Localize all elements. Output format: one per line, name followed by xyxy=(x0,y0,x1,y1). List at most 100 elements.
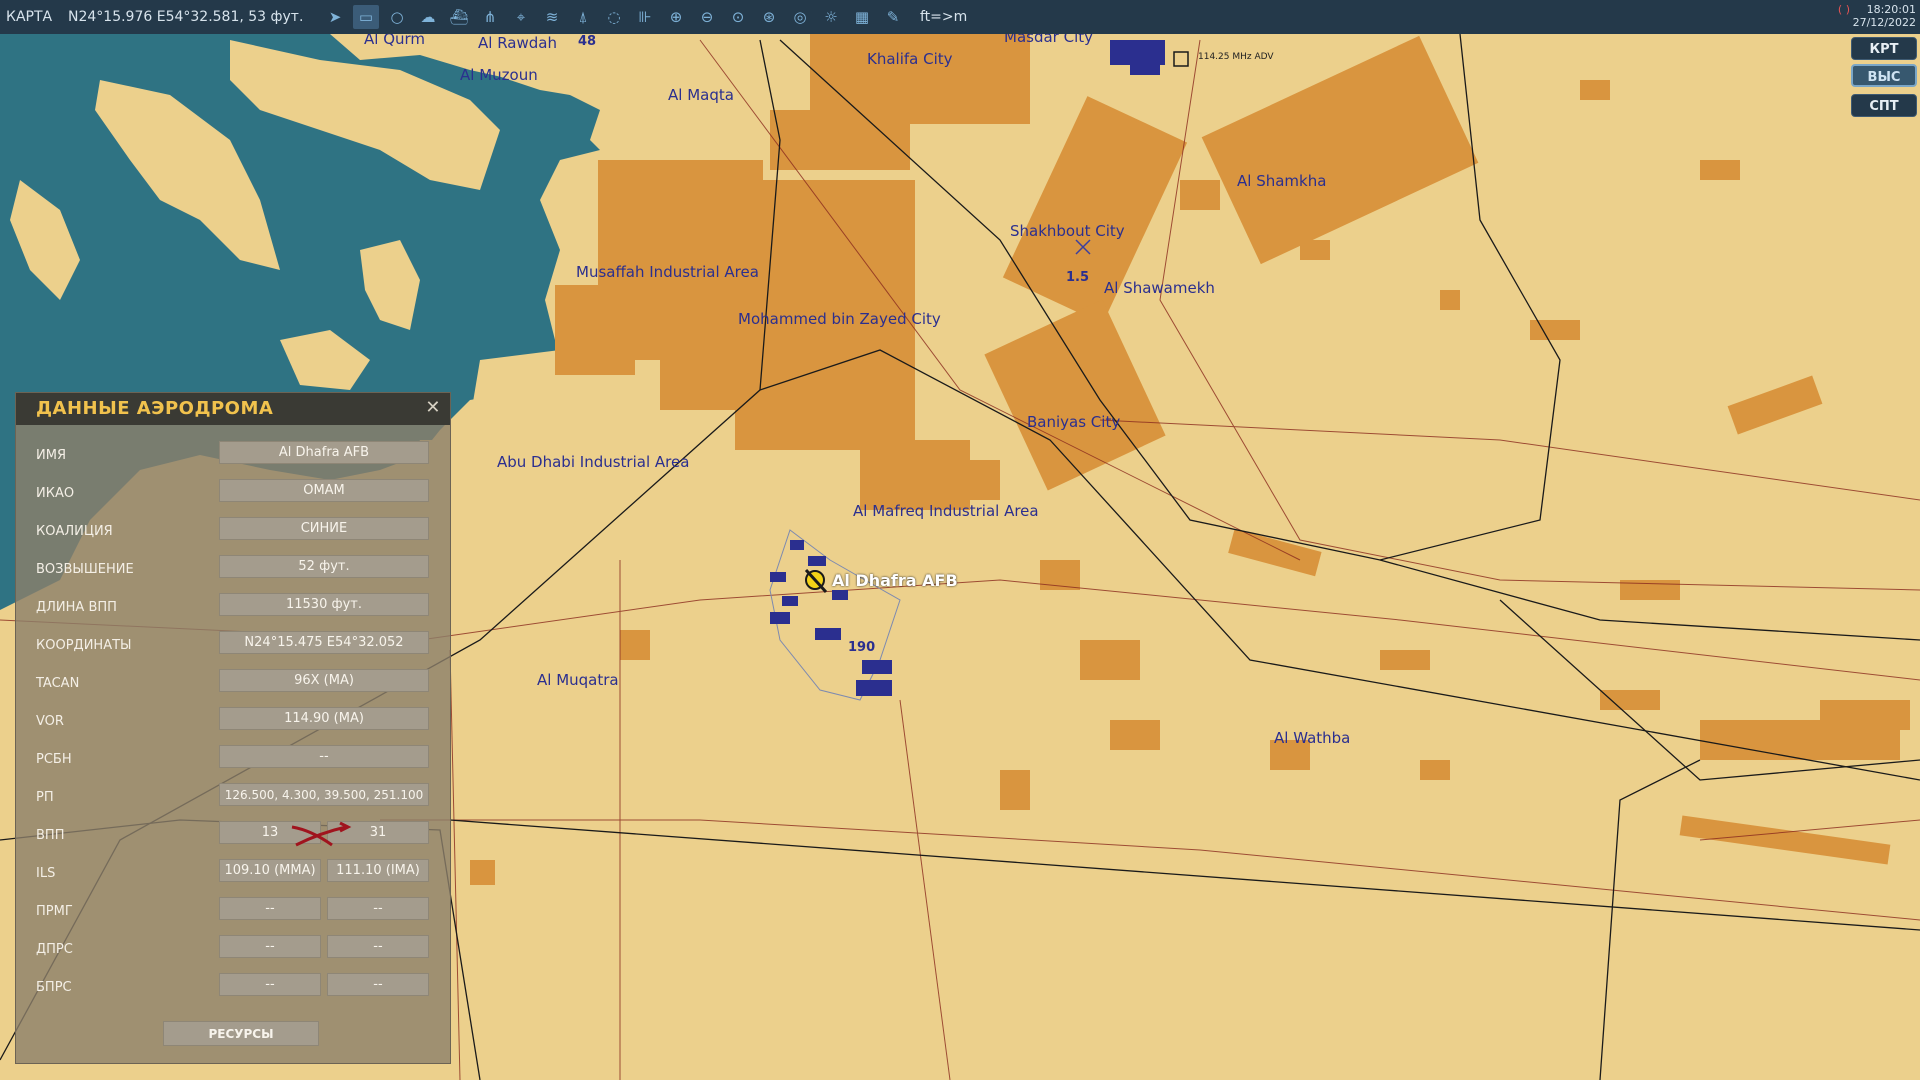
map-label: Baniyas City xyxy=(1027,413,1121,431)
grid-icon[interactable]: ▦ xyxy=(849,5,875,29)
map-label: Al Wathba xyxy=(1274,729,1351,747)
row-key: ИМЯ xyxy=(36,448,66,463)
row-value: N24°15.475 E54°32.052 xyxy=(219,631,429,654)
row-value-right: -- xyxy=(327,897,429,920)
row-value: Al Dhafra AFB xyxy=(219,441,429,464)
panel-row: КООРДИНАТЫ N24°15.475 E54°32.052 xyxy=(16,627,452,657)
row-value: 52 фут. xyxy=(219,555,429,578)
zoom-in-icon[interactable]: ⊕ xyxy=(663,5,689,29)
row-key: ВОЗВЫШЕНИЕ xyxy=(36,562,134,577)
map-layer-button-krt[interactable]: КРТ xyxy=(1851,37,1917,60)
close-icon[interactable]: ✕ xyxy=(425,397,441,418)
panel-row: РП 126.500, 4.300, 39.500, 251.100 xyxy=(16,779,452,809)
row-key: ИКАО xyxy=(36,486,75,501)
panel-row: ИМЯ Al Dhafra AFB xyxy=(16,437,452,467)
tower-icon[interactable]: ⍋ xyxy=(570,5,596,29)
row-key: БПРС xyxy=(36,980,72,995)
row-key: ВПП xyxy=(36,828,65,843)
row-key: КОАЛИЦИЯ xyxy=(36,524,113,539)
arrow-icon[interactable]: ➤ xyxy=(322,5,348,29)
clock-date: 27/12/2022 xyxy=(1852,16,1916,29)
row-value: 126.500, 4.300, 39.500, 251.100 xyxy=(219,783,429,806)
panel-row: КОАЛИЦИЯ СИНИЕ xyxy=(16,513,452,543)
clouds-icon[interactable]: ☁ xyxy=(415,5,441,29)
rectangle-tool-icon[interactable]: ▭ xyxy=(353,5,379,29)
row-key: ДЛИНА ВПП xyxy=(36,600,117,615)
waypoint-net-icon[interactable]: ⋔ xyxy=(477,5,503,29)
row-key: КООРДИНАТЫ xyxy=(36,638,132,653)
radar-icon[interactable]: ◎ xyxy=(787,5,813,29)
row-key: РП xyxy=(36,790,54,805)
runway-arrows-icon xyxy=(291,821,352,847)
panel-row: ДПРС -- -- xyxy=(16,931,452,961)
zoom-out-icon[interactable]: ⊖ xyxy=(694,5,720,29)
row-value-left: -- xyxy=(219,935,321,958)
pencil-icon[interactable]: ✎ xyxy=(880,5,906,29)
map-layer-button-vys[interactable]: ВЫС xyxy=(1851,64,1917,87)
row-value: 11530 фут. xyxy=(219,593,429,616)
row-value: 96X (MA) xyxy=(219,669,429,692)
panel-row: ВОЗВЫШЕНИЕ 52 фут. xyxy=(16,551,452,581)
row-key: VOR xyxy=(36,714,64,729)
row-key: РСБН xyxy=(36,752,72,767)
resources-button[interactable]: РЕСУРСЫ xyxy=(163,1021,319,1046)
row-value: -- xyxy=(219,745,429,768)
row-value-right: -- xyxy=(327,973,429,996)
target-icon[interactable]: ⌖ xyxy=(508,5,534,29)
row-value-left: -- xyxy=(219,973,321,996)
sun-icon[interactable]: ☼ xyxy=(818,5,844,29)
chat-icon[interactable]: ◌ xyxy=(601,5,627,29)
panel-row-runway: ВПП 13 31 xyxy=(16,817,452,847)
panel-row: TACAN 96X (MA) xyxy=(16,665,452,695)
row-value: СИНИЕ xyxy=(219,517,429,540)
row-key: ДПРС xyxy=(36,942,73,957)
map-label: Al Shawamekh xyxy=(1104,279,1215,297)
top-toolbar: КАРТА N24°15.976 E54°32.581, 53 фут. ➤ ▭ ○… xyxy=(0,0,1920,34)
ruler-icon[interactable]: ⊪ xyxy=(632,5,658,29)
navaid-label: 114.25 MHz ADV xyxy=(1198,52,1274,62)
airfield-data-panel: ДАННЫЕ АЭРОДРОМА ✕ ИМЯ Al Dhafra AFB ИКА… xyxy=(15,392,451,1064)
row-value: 114.90 (MA) xyxy=(219,707,429,730)
cursor-coordinates: N24°15.976 E54°32.581, 53 фут. xyxy=(68,9,304,25)
panel-row: ПРМГ -- -- xyxy=(16,893,452,923)
tool-strip: ➤ ▭ ○ ☁ ⛴ ⋔ ⌖ ≋ ⍋ ◌ ⊪ ⊕ ⊖ ⊙ ⊛ ◎ ☼ ▦ ✎ xyxy=(322,5,906,29)
row-value-right: -- xyxy=(327,935,429,958)
map-layer-button-spt[interactable]: СПТ xyxy=(1851,94,1917,117)
circle-tool-icon[interactable]: ○ xyxy=(384,5,410,29)
panel-header: ДАННЫЕ АЭРОДРОМА ✕ xyxy=(16,393,450,425)
airfield-label[interactable]: Al Dhafra AFB xyxy=(832,571,958,590)
wifi-icon[interactable]: ≋ xyxy=(539,5,565,29)
panel-row: ИКАО OMAM xyxy=(16,475,452,505)
panel-row: РСБН -- xyxy=(16,741,452,771)
map-label: Al Maqta xyxy=(668,86,734,104)
clock-time: 18:20:01 xyxy=(1866,3,1916,16)
map-label: Al Muzoun xyxy=(460,66,538,84)
panel-row: БПРС -- -- xyxy=(16,969,452,999)
map-label: Al Mafreq Industrial Area xyxy=(853,502,1039,520)
row-value: OMAM xyxy=(219,479,429,502)
map-label: Abu Dhabi Industrial Area xyxy=(497,453,690,471)
map-marker-number: 1.5 xyxy=(1066,270,1090,285)
map-label: Musaffah Industrial Area xyxy=(576,263,759,281)
map-marker-number: 48 xyxy=(578,34,597,49)
map-label: Al Muqatra xyxy=(537,671,619,689)
panel-row: VOR 114.90 (MA) xyxy=(16,703,452,733)
row-value-left: 109.10 (MMA) xyxy=(219,859,321,882)
map-label: Khalifa City xyxy=(867,50,953,68)
map-label: Mohammed bin Zayed City xyxy=(738,310,941,328)
globe-icon[interactable]: ⊛ xyxy=(756,5,782,29)
row-key: ПРМГ xyxy=(36,904,73,919)
zoom-fit-icon[interactable]: ⊙ xyxy=(725,5,751,29)
map-label: Shakhbout City xyxy=(1010,222,1125,240)
row-value-left: -- xyxy=(219,897,321,920)
panel-row: ILS 109.10 (MMA) 111.10 (IMA) xyxy=(16,855,452,885)
units-toggle[interactable]: ft=>m xyxy=(920,9,967,25)
clock: 18:20:01 27/12/2022 xyxy=(1853,3,1916,29)
panel-row: ДЛИНА ВПП 11530 фут. xyxy=(16,589,452,619)
map-marker-number: 190 xyxy=(848,640,876,655)
map-label: Al Shamkha xyxy=(1237,172,1327,190)
row-key: TACAN xyxy=(36,676,80,691)
ships-icon[interactable]: ⛴ xyxy=(446,5,472,29)
map-mode-label: КАРТА xyxy=(6,9,53,25)
row-value-right: 111.10 (IMA) xyxy=(327,859,429,882)
